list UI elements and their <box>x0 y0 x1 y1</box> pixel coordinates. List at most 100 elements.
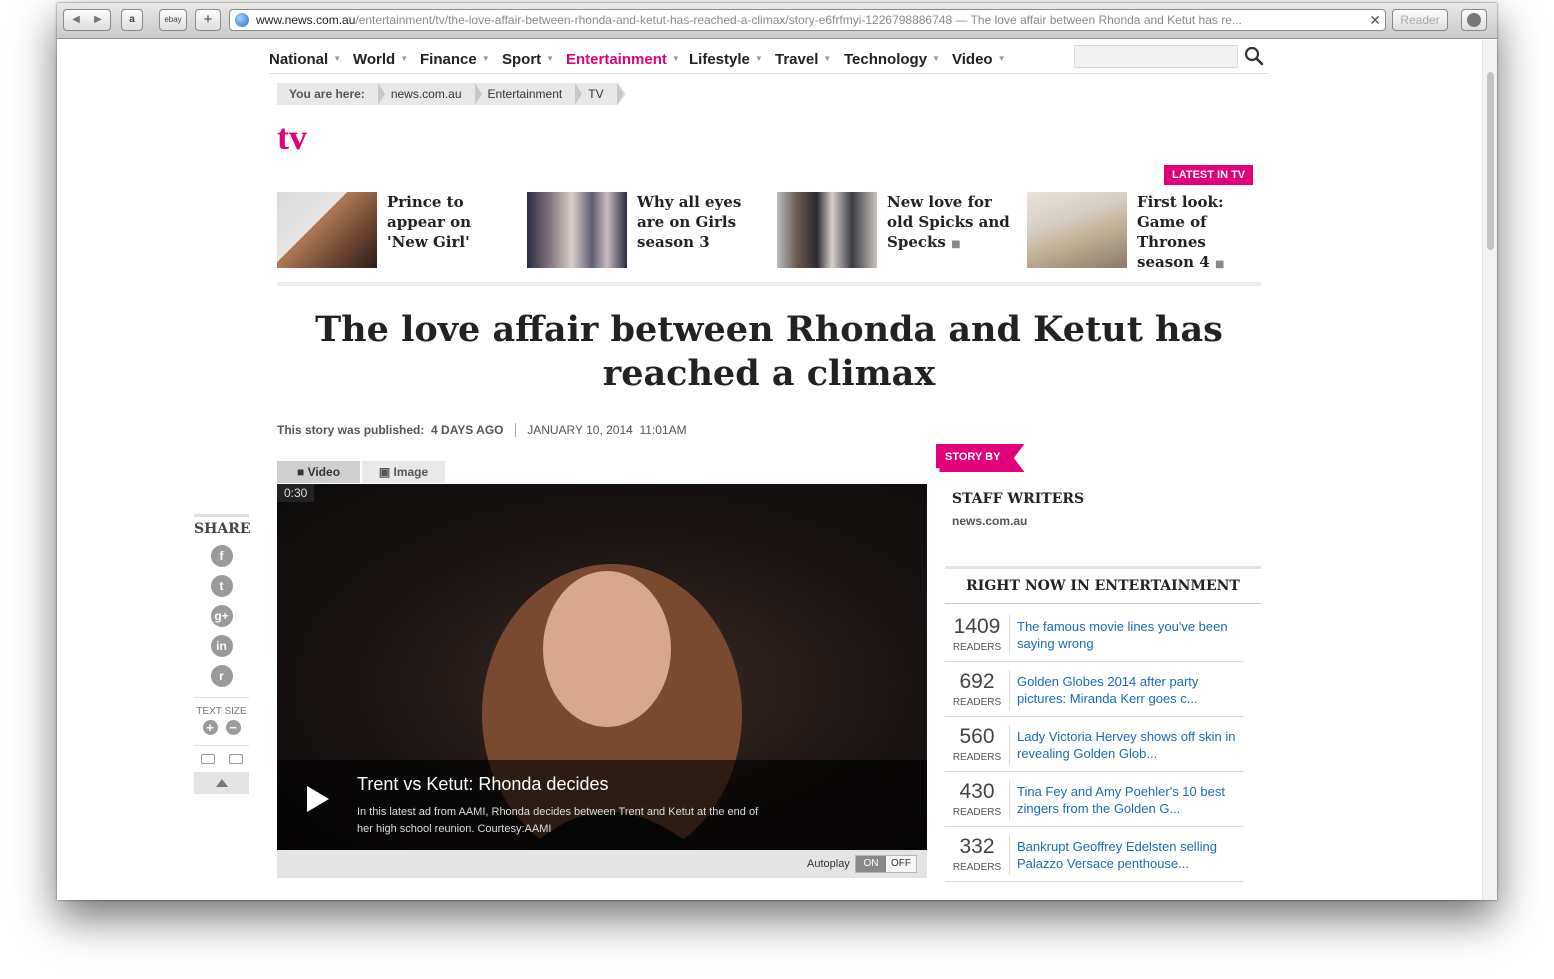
video-camera-icon: ■ <box>951 239 961 250</box>
nav-technology[interactable]: Technology ▼ <box>844 51 940 68</box>
text-size-label: TEXT SIZE <box>194 697 249 717</box>
divider <box>1009 725 1010 765</box>
readers-label: READERS <box>952 642 1002 653</box>
chevron-down-icon: ▼ <box>754 54 763 63</box>
address-bar[interactable]: www.news.com.au/entertainment/tv/the-lov… <box>229 9 1386 31</box>
latest-badge: LATEST IN TV <box>1164 165 1254 185</box>
nav-finance[interactable]: Finance ▼ <box>420 51 490 68</box>
ebay-bookmark-button[interactable]: ebay <box>159 9 187 31</box>
back-icon[interactable]: ◀ <box>65 10 87 30</box>
list-item[interactable]: 1409 READERS The famous movie lines you'… <box>945 607 1244 662</box>
reader-button[interactable]: Reader <box>1392 9 1448 31</box>
text-size-increase-button[interactable]: + <box>202 720 218 735</box>
text-size-controls: + − <box>194 720 249 735</box>
list-item[interactable]: 332 READERS Bankrupt Geoffrey Edelsten s… <box>945 827 1244 882</box>
list-item[interactable]: 692 READERS Golden Globes 2014 after par… <box>945 662 1244 717</box>
list-item[interactable]: 430 READERS Tina Fey and Amy Poehler's 1… <box>945 772 1244 827</box>
browser-toolbar: ◀ ▶ a ebay + www.news.com.au/entertainmen… <box>57 3 1497 39</box>
amazon-bookmark-button[interactable]: a <box>121 9 143 31</box>
list-item-link[interactable]: Lady Victoria Hervey shows off skin in r… <box>1017 728 1242 762</box>
tab-video[interactable]: ■ Video <box>277 461 360 483</box>
story-card[interactable]: Why all eyes are on Girls season 3 <box>527 192 767 272</box>
chevron-down-icon: ▼ <box>932 54 940 63</box>
downloads-button[interactable] <box>1461 9 1487 31</box>
story-card[interactable]: First look: Game of Thrones season 4 ■ <box>1027 192 1267 272</box>
divider <box>1009 835 1010 875</box>
story-thumbnail[interactable] <box>527 192 627 268</box>
story-title[interactable]: First look: Game of Thrones season 4 ■ <box>1137 192 1261 275</box>
reddit-icon[interactable]: r <box>210 665 233 687</box>
search-icon[interactable] <box>1244 46 1264 66</box>
google-plus-icon[interactable]: g+ <box>210 605 233 627</box>
autoplay-toggle[interactable]: ON OFF <box>855 855 917 873</box>
story-thumbnail[interactable] <box>1027 192 1127 268</box>
media-tabs: ■ Video ▣ Image <box>277 461 447 483</box>
story-thumbnail[interactable] <box>277 192 377 268</box>
breadcrumb: You are here: news.com.au Entertainment … <box>277 83 626 105</box>
story-title[interactable]: Prince to appear on 'New Girl' <box>387 192 511 252</box>
reader-count: 332 <box>959 835 995 858</box>
divider <box>514 423 516 437</box>
list-item-link[interactable]: Golden Globes 2014 after party pictures:… <box>1017 673 1242 707</box>
author-org: news.com.au <box>952 514 1028 528</box>
email-icon[interactable] <box>228 754 243 764</box>
search-input[interactable] <box>1074 45 1238 68</box>
url-path: /entertainment/tv/the-love-affair-betwee… <box>355 13 953 27</box>
share-title: SHARE <box>194 514 251 537</box>
camera-icon: ▣ <box>378 465 394 479</box>
chevron-down-icon: ▼ <box>481 54 490 63</box>
stop-icon[interactable]: ✕ <box>1365 10 1381 30</box>
twitter-icon[interactable]: t <box>210 575 233 597</box>
text-size-decrease-button[interactable]: − <box>225 720 241 735</box>
print-icon[interactable] <box>200 754 215 764</box>
chevron-down-icon: ▼ <box>823 54 832 63</box>
latest-stories: Prince to appear on 'New Girl' Why all e… <box>277 188 1261 286</box>
story-title[interactable]: New love for old Spicks and Specks ■ <box>887 192 1011 255</box>
story-title[interactable]: Why all eyes are on Girls season 3 <box>637 192 761 252</box>
divider <box>1009 780 1010 820</box>
facebook-icon[interactable]: f <box>210 545 233 567</box>
linkedin-icon[interactable]: in <box>210 635 233 657</box>
scrollbar-thumb[interactable] <box>1487 72 1494 250</box>
nav-national[interactable]: National ▼ <box>269 51 341 68</box>
section-logo[interactable]: tv <box>277 116 307 158</box>
nav-travel[interactable]: Travel ▼ <box>775 51 831 68</box>
divider <box>1009 670 1010 710</box>
video-player[interactable]: 0:30 Trent vs Ketut: Rhonda decides In t… <box>277 484 927 850</box>
autoplay-on[interactable]: ON <box>856 856 886 872</box>
nav-entertainment[interactable]: Entertainment ▼ <box>566 51 680 68</box>
published-relative: 4 DAYS AGO <box>431 423 504 437</box>
browser-window: ◀ ▶ a ebay + www.news.com.au/entertainmen… <box>57 3 1497 900</box>
story-card[interactable]: New love for old Spicks and Specks ■ <box>777 192 1017 272</box>
list-item[interactable]: 560 READERS Lady Victoria Hervey shows o… <box>945 717 1244 772</box>
page-scrollbar[interactable] <box>1482 40 1497 900</box>
globe-icon <box>235 13 249 27</box>
list-item-link[interactable]: Bankrupt Geoffrey Edelsten selling Palaz… <box>1017 838 1242 872</box>
nav-sport[interactable]: Sport ▼ <box>502 51 554 68</box>
video-info-overlay: Trent vs Ketut: Rhonda decides In this l… <box>277 760 927 850</box>
list-item-link[interactable]: The famous movie lines you've been sayin… <box>1017 618 1242 652</box>
breadcrumb-home[interactable]: news.com.au <box>379 83 482 105</box>
story-thumbnail[interactable] <box>777 192 877 268</box>
published-time: 11:01AM <box>639 423 687 437</box>
add-bookmark-button[interactable]: + <box>195 9 221 31</box>
breadcrumb-tv[interactable]: TV <box>576 83 624 105</box>
nav-video[interactable]: Video ▼ <box>952 51 1006 68</box>
back-to-top-button[interactable] <box>194 772 249 794</box>
list-item-link[interactable]: Tina Fey and Amy Poehler's 10 best zinge… <box>1017 783 1242 817</box>
back-forward-buttons[interactable]: ◀ ▶ <box>63 9 111 31</box>
autoplay-off[interactable]: OFF <box>886 856 916 872</box>
chevron-down-icon: ▼ <box>671 54 680 63</box>
tab-image[interactable]: ▣ Image <box>362 461 445 483</box>
page-content: National ▼ World ▼ Finance ▼ Sport ▼ Enterta… <box>269 40 1269 900</box>
breadcrumb-entertainment[interactable]: Entertainment <box>476 83 582 105</box>
nav-world[interactable]: World ▼ <box>353 51 408 68</box>
chevron-down-icon: ▼ <box>997 54 1006 63</box>
nav-lifestyle[interactable]: Lifestyle ▼ <box>689 51 763 68</box>
play-icon[interactable] <box>307 786 329 812</box>
reader-count: 692 <box>959 670 995 693</box>
readers-label: READERS <box>952 752 1002 763</box>
arrow-up-icon <box>215 779 228 787</box>
story-card[interactable]: Prince to appear on 'New Girl' <box>277 192 517 272</box>
forward-icon[interactable]: ▶ <box>87 10 109 30</box>
